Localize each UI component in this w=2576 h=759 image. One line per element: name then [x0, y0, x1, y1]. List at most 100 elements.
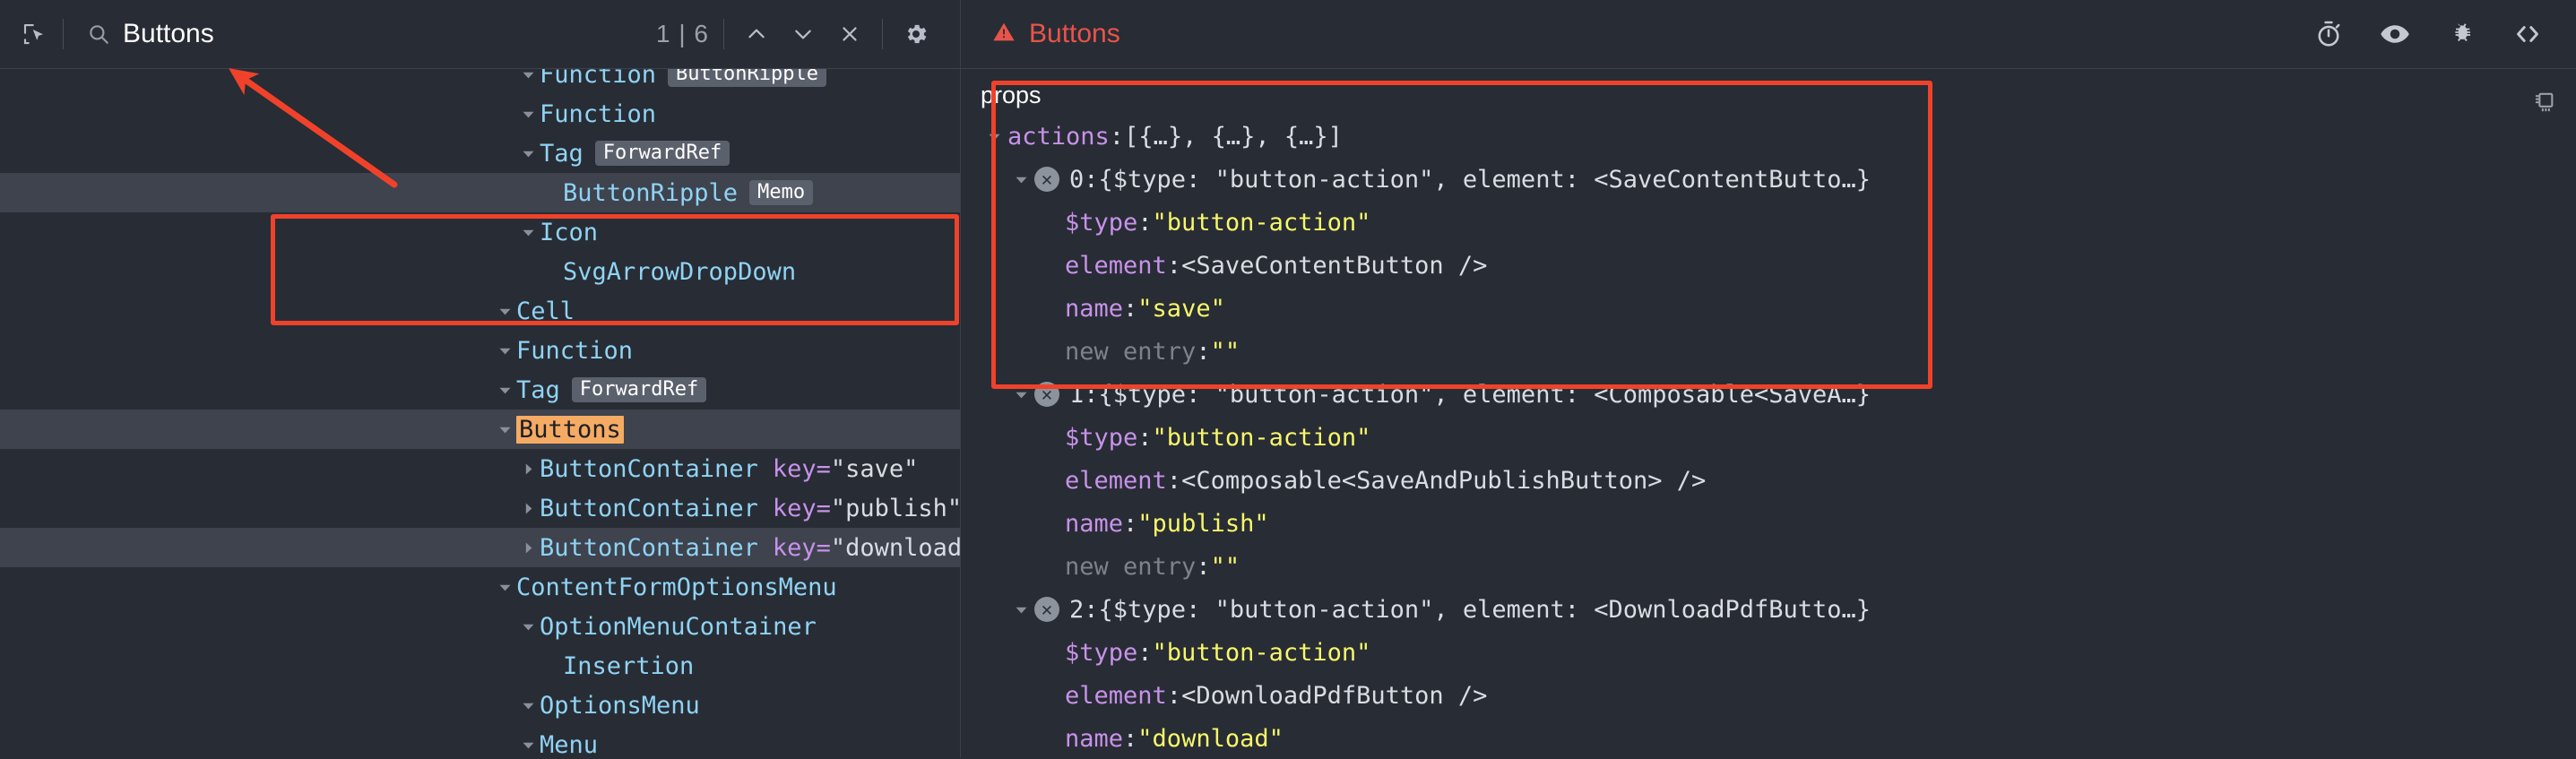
chevron-down-icon[interactable]	[493, 423, 516, 436]
chevron-down-icon[interactable]	[516, 147, 540, 160]
props-row-value[interactable]: ""	[1211, 338, 1240, 366]
props-row-value[interactable]: <SaveContentButton />	[1181, 252, 1487, 280]
props-row-value[interactable]: {$type: "button-action", element: <Downl…	[1099, 596, 1871, 624]
chevron-down-icon[interactable]	[493, 581, 516, 594]
props-row-value[interactable]: "button-action"	[1153, 209, 1371, 237]
gear-icon[interactable]	[892, 10, 940, 58]
tree-row-prop-value: "download"	[831, 534, 961, 562]
props-row-key: new entry	[1065, 338, 1196, 366]
chevron-right-icon[interactable]	[516, 462, 540, 476]
tree-row[interactable]: ContentFormOptionsMenu	[0, 567, 960, 607]
search-input[interactable]	[114, 19, 651, 49]
tree-row[interactable]: SvgArrowDropDown	[0, 252, 960, 291]
chevron-down-icon[interactable]	[516, 108, 540, 121]
props-row-colon: :	[1123, 510, 1137, 538]
props-row[interactable]: element: <DownloadPdfButton />	[961, 674, 2576, 717]
tree-row-label: Tag	[540, 140, 583, 168]
chevron-right-icon[interactable]	[516, 541, 540, 555]
tree-row-badge: ForwardRef	[595, 141, 730, 166]
tree-row[interactable]: Cell	[0, 291, 960, 331]
tree-row[interactable]: ButtonContainerkey="save"	[0, 449, 960, 488]
tree-row[interactable]: OptionMenuContainer	[0, 607, 960, 646]
select-element-icon[interactable]	[14, 14, 54, 54]
props-row[interactable]: $type: "button-action"	[961, 631, 2576, 674]
tree-row[interactable]: TagForwardRef	[0, 370, 960, 410]
chevron-down-icon[interactable]	[1007, 173, 1034, 186]
chevron-down-icon[interactable]	[516, 226, 540, 239]
tree-row[interactable]: Function	[0, 94, 960, 134]
tree-row[interactable]: ButtonContainer key="download"	[0, 528, 960, 567]
tree-row-label: ButtonContainer	[540, 534, 758, 562]
chevron-up-icon[interactable]	[733, 11, 780, 57]
props-row[interactable]: ✕2: {$type: "button-action", element: <D…	[961, 588, 2576, 631]
inspector-toolbar: Buttons	[961, 0, 2576, 68]
inspector-actions	[2311, 16, 2576, 52]
tree-row-label: ContentFormOptionsMenu	[516, 574, 837, 601]
props-row[interactable]: name: "publish"	[961, 502, 2576, 545]
code-brackets-icon[interactable]	[2510, 16, 2546, 52]
props-row[interactable]: element: <Composable<SaveAndPublishButto…	[961, 459, 2576, 502]
props-row-value[interactable]: "button-action"	[1153, 639, 1371, 667]
tree-row[interactable]: Insertion	[0, 646, 960, 686]
props-row[interactable]: $type: "button-action"	[961, 201, 2576, 244]
props-row-value[interactable]: [{…}, {…}, {…}]	[1124, 123, 1343, 151]
props-row-value[interactable]: <Composable<SaveAndPublishButton> />	[1181, 467, 1706, 495]
tree-row[interactable]: Icon	[0, 212, 960, 252]
props-row-value[interactable]: <DownloadPdfButton />	[1181, 682, 1487, 710]
chevron-down-icon[interactable]	[493, 344, 516, 358]
tree-row-label: OptionMenuContainer	[540, 613, 817, 641]
chevron-down-icon[interactable]	[981, 130, 1007, 143]
props-row[interactable]: $type: "button-action"	[961, 416, 2576, 459]
tree-row[interactable]: ButtonContainerkey="publish"	[0, 488, 960, 528]
props-row[interactable]: ✕1: {$type: "button-action", element: <C…	[961, 373, 2576, 416]
chevron-down-icon[interactable]	[1007, 388, 1034, 401]
tree-row[interactable]: Function	[0, 331, 960, 370]
search-match-counter: 1 | 6	[651, 20, 714, 48]
close-icon[interactable]	[826, 11, 873, 57]
props-row[interactable]: name: "download"	[961, 717, 2576, 758]
error-badge-icon[interactable]: ✕	[1034, 597, 1059, 622]
tree-row-prop-value: "publish"	[831, 495, 961, 522]
props-row-value[interactable]: {$type: "button-action", element: <Compo…	[1099, 381, 1871, 409]
chevron-down-icon[interactable]	[493, 384, 516, 397]
props-row-value[interactable]: "save"	[1137, 295, 1225, 323]
props-row-key: name	[1065, 295, 1123, 323]
chevron-down-icon[interactable]	[1007, 603, 1034, 617]
chevron-down-icon[interactable]	[780, 11, 826, 57]
component-chip-icon[interactable]	[2531, 89, 2556, 117]
eye-icon[interactable]	[2377, 16, 2413, 52]
tree-row[interactable]: Menu	[0, 725, 960, 758]
props-row-value[interactable]: {$type: "button-action", element: <SaveC…	[1099, 166, 1871, 194]
tree-row-prop-key: key=	[773, 534, 831, 562]
props-row[interactable]: new entry: ""	[961, 330, 2576, 373]
tree-row[interactable]: ButtonRippleMemo	[0, 173, 960, 212]
props-row[interactable]: actions: [{…}, {…}, {…}]	[961, 115, 2576, 158]
error-badge-icon[interactable]: ✕	[1034, 167, 1059, 192]
props-row-value[interactable]: ""	[1211, 553, 1240, 581]
props-row-value[interactable]: "publish"	[1137, 510, 1268, 538]
props-row[interactable]: ✕0: {$type: "button-action", element: <S…	[961, 158, 2576, 201]
search-field[interactable]	[73, 19, 651, 49]
stopwatch-icon[interactable]	[2311, 16, 2347, 52]
chevron-down-icon[interactable]	[493, 305, 516, 318]
chevron-down-icon[interactable]	[516, 738, 540, 752]
props-row[interactable]: new entry: ""	[961, 545, 2576, 588]
props-row-value[interactable]: "button-action"	[1153, 424, 1371, 452]
chevron-down-icon[interactable]	[516, 69, 540, 82]
tree-row[interactable]: OptionsMenu	[0, 686, 960, 725]
bug-icon[interactable]	[2443, 16, 2479, 52]
tree-row[interactable]: Tag ForwardRef	[0, 134, 960, 173]
react-devtools-window: 1 | 6	[0, 0, 2576, 758]
props-row-value[interactable]: "download"	[1137, 725, 1284, 753]
props-row[interactable]: name: "save"	[961, 287, 2576, 330]
tree-row[interactable]: Buttons	[0, 410, 960, 449]
props-row-colon: :	[1196, 338, 1210, 366]
chevron-right-icon[interactable]	[516, 502, 540, 515]
props-row[interactable]: element: <SaveContentButton />	[961, 244, 2576, 287]
error-badge-icon[interactable]: ✕	[1034, 382, 1059, 407]
props-row-key: element	[1065, 252, 1167, 280]
chevron-down-icon[interactable]	[516, 699, 540, 712]
tree-row-label: Function	[540, 100, 656, 128]
chevron-down-icon[interactable]	[516, 620, 540, 634]
tree-row[interactable]: FunctionButtonRipple	[0, 69, 960, 94]
